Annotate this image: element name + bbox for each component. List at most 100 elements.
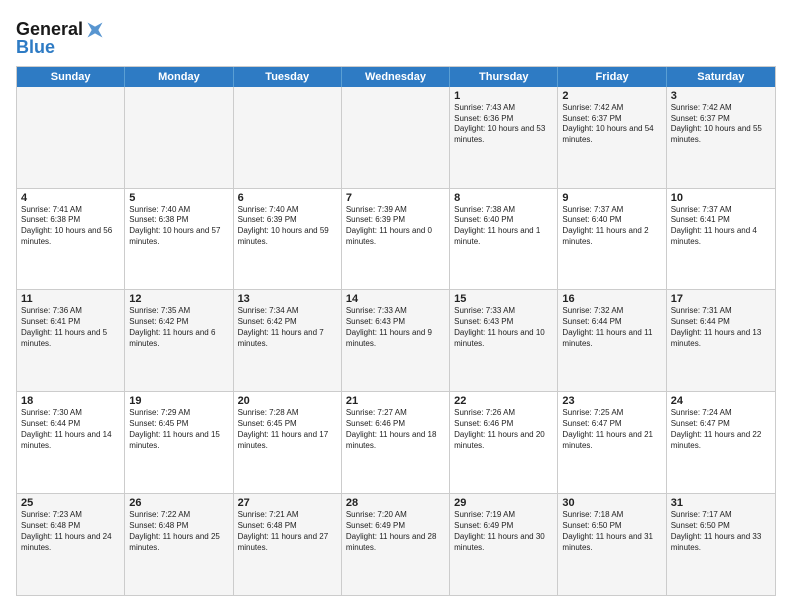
day-details: Sunrise: 7:17 AM Sunset: 6:50 PM Dayligh… xyxy=(671,510,771,553)
calendar-cell: 23Sunrise: 7:25 AM Sunset: 6:47 PM Dayli… xyxy=(558,392,666,493)
header-day-friday: Friday xyxy=(558,67,666,87)
calendar-cell: 30Sunrise: 7:18 AM Sunset: 6:50 PM Dayli… xyxy=(558,494,666,595)
day-number: 9 xyxy=(562,192,661,204)
day-details: Sunrise: 7:30 AM Sunset: 6:44 PM Dayligh… xyxy=(21,408,120,451)
day-number: 2 xyxy=(562,90,661,102)
day-details: Sunrise: 7:25 AM Sunset: 6:47 PM Dayligh… xyxy=(562,408,661,451)
day-details: Sunrise: 7:36 AM Sunset: 6:41 PM Dayligh… xyxy=(21,306,120,349)
calendar-cell xyxy=(125,87,233,188)
day-details: Sunrise: 7:18 AM Sunset: 6:50 PM Dayligh… xyxy=(562,510,661,553)
day-number: 8 xyxy=(454,192,553,204)
day-details: Sunrise: 7:39 AM Sunset: 6:39 PM Dayligh… xyxy=(346,205,445,248)
day-number: 17 xyxy=(671,293,771,305)
header: General Blue xyxy=(16,16,776,58)
day-number: 6 xyxy=(238,192,337,204)
calendar-cell: 2Sunrise: 7:42 AM Sunset: 6:37 PM Daylig… xyxy=(558,87,666,188)
calendar-cell: 22Sunrise: 7:26 AM Sunset: 6:46 PM Dayli… xyxy=(450,392,558,493)
day-number: 18 xyxy=(21,395,120,407)
day-number: 27 xyxy=(238,497,337,509)
day-number: 1 xyxy=(454,90,553,102)
calendar-cell: 4Sunrise: 7:41 AM Sunset: 6:38 PM Daylig… xyxy=(17,189,125,290)
calendar-cell: 17Sunrise: 7:31 AM Sunset: 6:44 PM Dayli… xyxy=(667,290,775,391)
calendar-cell: 29Sunrise: 7:19 AM Sunset: 6:49 PM Dayli… xyxy=(450,494,558,595)
logo: General Blue xyxy=(16,20,105,58)
calendar-row-0: 1Sunrise: 7:43 AM Sunset: 6:36 PM Daylig… xyxy=(17,87,775,189)
calendar-row-3: 18Sunrise: 7:30 AM Sunset: 6:44 PM Dayli… xyxy=(17,392,775,494)
day-details: Sunrise: 7:29 AM Sunset: 6:45 PM Dayligh… xyxy=(129,408,228,451)
calendar-cell xyxy=(234,87,342,188)
day-details: Sunrise: 7:26 AM Sunset: 6:46 PM Dayligh… xyxy=(454,408,553,451)
calendar: SundayMondayTuesdayWednesdayThursdayFrid… xyxy=(16,66,776,596)
day-details: Sunrise: 7:32 AM Sunset: 6:44 PM Dayligh… xyxy=(562,306,661,349)
day-details: Sunrise: 7:37 AM Sunset: 6:41 PM Dayligh… xyxy=(671,205,771,248)
calendar-cell: 18Sunrise: 7:30 AM Sunset: 6:44 PM Dayli… xyxy=(17,392,125,493)
day-number: 23 xyxy=(562,395,661,407)
day-details: Sunrise: 7:23 AM Sunset: 6:48 PM Dayligh… xyxy=(21,510,120,553)
calendar-cell: 13Sunrise: 7:34 AM Sunset: 6:42 PM Dayli… xyxy=(234,290,342,391)
day-details: Sunrise: 7:34 AM Sunset: 6:42 PM Dayligh… xyxy=(238,306,337,349)
day-details: Sunrise: 7:28 AM Sunset: 6:45 PM Dayligh… xyxy=(238,408,337,451)
day-details: Sunrise: 7:40 AM Sunset: 6:39 PM Dayligh… xyxy=(238,205,337,248)
day-number: 31 xyxy=(671,497,771,509)
page: General Blue SundayMondayTuesdayWednesda… xyxy=(0,0,792,612)
day-details: Sunrise: 7:19 AM Sunset: 6:49 PM Dayligh… xyxy=(454,510,553,553)
day-details: Sunrise: 7:35 AM Sunset: 6:42 PM Dayligh… xyxy=(129,306,228,349)
day-details: Sunrise: 7:38 AM Sunset: 6:40 PM Dayligh… xyxy=(454,205,553,248)
day-number: 5 xyxy=(129,192,228,204)
header-day-monday: Monday xyxy=(125,67,233,87)
day-details: Sunrise: 7:21 AM Sunset: 6:48 PM Dayligh… xyxy=(238,510,337,553)
calendar-cell: 19Sunrise: 7:29 AM Sunset: 6:45 PM Dayli… xyxy=(125,392,233,493)
calendar-row-4: 25Sunrise: 7:23 AM Sunset: 6:48 PM Dayli… xyxy=(17,494,775,595)
calendar-cell: 9Sunrise: 7:37 AM Sunset: 6:40 PM Daylig… xyxy=(558,189,666,290)
calendar-cell: 16Sunrise: 7:32 AM Sunset: 6:44 PM Dayli… xyxy=(558,290,666,391)
calendar-cell: 15Sunrise: 7:33 AM Sunset: 6:43 PM Dayli… xyxy=(450,290,558,391)
calendar-cell: 21Sunrise: 7:27 AM Sunset: 6:46 PM Dayli… xyxy=(342,392,450,493)
day-number: 25 xyxy=(21,497,120,509)
day-number: 7 xyxy=(346,192,445,204)
day-number: 22 xyxy=(454,395,553,407)
day-number: 24 xyxy=(671,395,771,407)
day-details: Sunrise: 7:42 AM Sunset: 6:37 PM Dayligh… xyxy=(671,103,771,146)
day-details: Sunrise: 7:42 AM Sunset: 6:37 PM Dayligh… xyxy=(562,103,661,146)
logo-text-blue: Blue xyxy=(16,38,105,58)
calendar-cell: 31Sunrise: 7:17 AM Sunset: 6:50 PM Dayli… xyxy=(667,494,775,595)
calendar-cell: 1Sunrise: 7:43 AM Sunset: 6:36 PM Daylig… xyxy=(450,87,558,188)
header-day-tuesday: Tuesday xyxy=(234,67,342,87)
day-number: 30 xyxy=(562,497,661,509)
calendar-cell: 25Sunrise: 7:23 AM Sunset: 6:48 PM Dayli… xyxy=(17,494,125,595)
calendar-cell xyxy=(342,87,450,188)
header-day-saturday: Saturday xyxy=(667,67,775,87)
calendar-cell: 12Sunrise: 7:35 AM Sunset: 6:42 PM Dayli… xyxy=(125,290,233,391)
day-number: 29 xyxy=(454,497,553,509)
day-details: Sunrise: 7:20 AM Sunset: 6:49 PM Dayligh… xyxy=(346,510,445,553)
calendar-cell: 14Sunrise: 7:33 AM Sunset: 6:43 PM Dayli… xyxy=(342,290,450,391)
day-number: 20 xyxy=(238,395,337,407)
day-number: 10 xyxy=(671,192,771,204)
calendar-body: 1Sunrise: 7:43 AM Sunset: 6:36 PM Daylig… xyxy=(17,87,775,595)
calendar-cell: 8Sunrise: 7:38 AM Sunset: 6:40 PM Daylig… xyxy=(450,189,558,290)
header-day-thursday: Thursday xyxy=(450,67,558,87)
day-details: Sunrise: 7:27 AM Sunset: 6:46 PM Dayligh… xyxy=(346,408,445,451)
day-number: 19 xyxy=(129,395,228,407)
day-number: 21 xyxy=(346,395,445,407)
day-number: 15 xyxy=(454,293,553,305)
calendar-cell: 3Sunrise: 7:42 AM Sunset: 6:37 PM Daylig… xyxy=(667,87,775,188)
calendar-cell: 10Sunrise: 7:37 AM Sunset: 6:41 PM Dayli… xyxy=(667,189,775,290)
day-number: 13 xyxy=(238,293,337,305)
calendar-cell: 11Sunrise: 7:36 AM Sunset: 6:41 PM Dayli… xyxy=(17,290,125,391)
day-details: Sunrise: 7:33 AM Sunset: 6:43 PM Dayligh… xyxy=(346,306,445,349)
day-details: Sunrise: 7:33 AM Sunset: 6:43 PM Dayligh… xyxy=(454,306,553,349)
day-number: 11 xyxy=(21,293,120,305)
calendar-row-2: 11Sunrise: 7:36 AM Sunset: 6:41 PM Dayli… xyxy=(17,290,775,392)
calendar-header-row: SundayMondayTuesdayWednesdayThursdayFrid… xyxy=(17,67,775,87)
day-details: Sunrise: 7:31 AM Sunset: 6:44 PM Dayligh… xyxy=(671,306,771,349)
day-number: 12 xyxy=(129,293,228,305)
day-number: 16 xyxy=(562,293,661,305)
day-number: 3 xyxy=(671,90,771,102)
day-number: 4 xyxy=(21,192,120,204)
calendar-cell: 7Sunrise: 7:39 AM Sunset: 6:39 PM Daylig… xyxy=(342,189,450,290)
calendar-cell: 26Sunrise: 7:22 AM Sunset: 6:48 PM Dayli… xyxy=(125,494,233,595)
day-details: Sunrise: 7:24 AM Sunset: 6:47 PM Dayligh… xyxy=(671,408,771,451)
day-number: 28 xyxy=(346,497,445,509)
calendar-cell: 6Sunrise: 7:40 AM Sunset: 6:39 PM Daylig… xyxy=(234,189,342,290)
